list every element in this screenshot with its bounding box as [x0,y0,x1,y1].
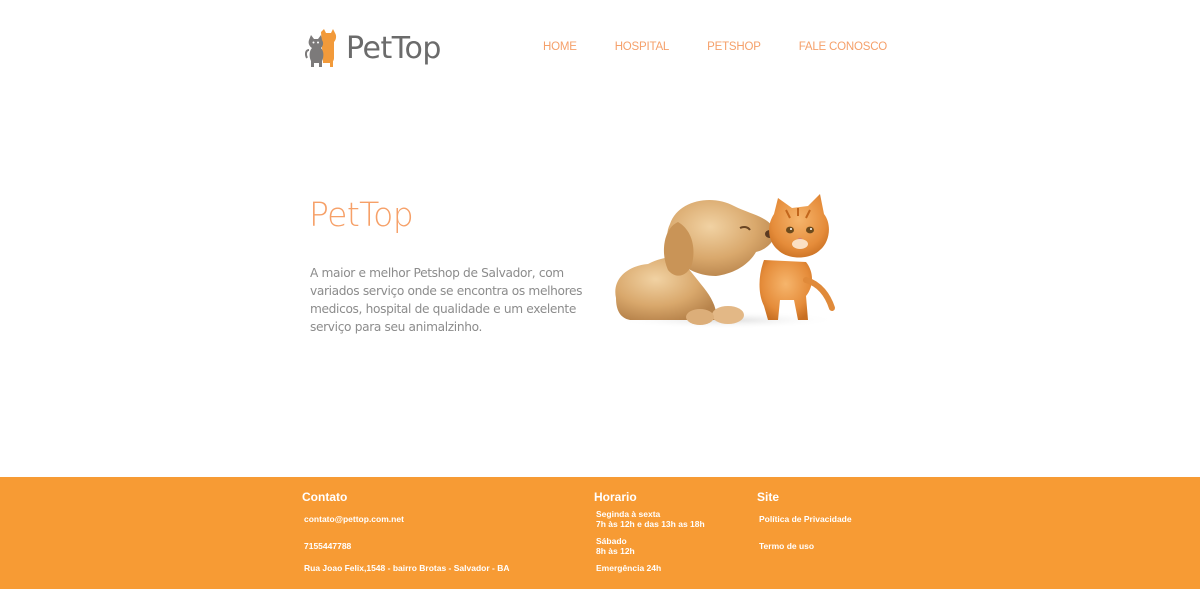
footer-saturday-label: Sábado [596,536,627,546]
main-nav: HOME HOSPITAL PETSHOP FALE CONOSCO [543,39,887,55]
footer-emergency: Emergência 24h [596,563,662,573]
footer-horario-heading: Horario [594,490,637,504]
nav-petshop-link[interactable]: PETSHOP [707,39,761,55]
site-header: PetTop HOME HOSPITAL PETSHOP FALE CONOSC… [0,0,1200,95]
logo-link[interactable]: PetTop [305,26,441,70]
footer-saturday-hours: 8h às 12h [596,546,635,556]
footer-weekdays-hours: 7h às 12h e das 13h as 18h [596,519,705,529]
footer-email-link[interactable]: contato@pettop.com.net [304,514,404,524]
site-footer: Contato contato@pettop.com.net 715544778… [0,477,1200,589]
footer-contato-heading: Contato [302,490,348,504]
hero-title: PetTop [309,195,414,234]
puppy-and-kitten-image [614,194,838,329]
nav-fale-conosco-link[interactable]: FALE CONOSCO [799,39,888,55]
footer-weekdays-label: Seginda à sexta [596,509,661,519]
nav-hospital-link[interactable]: HOSPITAL [615,39,670,55]
footer-phone: 7155447788 [304,541,352,551]
nav-home-link[interactable]: HOME [543,39,577,55]
footer-address: Rua Joao Felix,1548 - bairro Brotas - Sa… [304,563,510,573]
footer-terms-link[interactable]: Termo de uso [759,541,814,551]
logo-text: PetTop [346,30,441,66]
hero-description: A maior e melhor Petshop de Salvador, co… [310,266,583,334]
page: PetTop HOME HOSPITAL PETSHOP FALE CONOSC… [0,0,1200,589]
footer-site-heading: Site [757,490,780,504]
cat-and-dog-logo-icon [305,29,337,67]
footer-privacy-link[interactable]: Política de Privacidade [759,514,852,524]
